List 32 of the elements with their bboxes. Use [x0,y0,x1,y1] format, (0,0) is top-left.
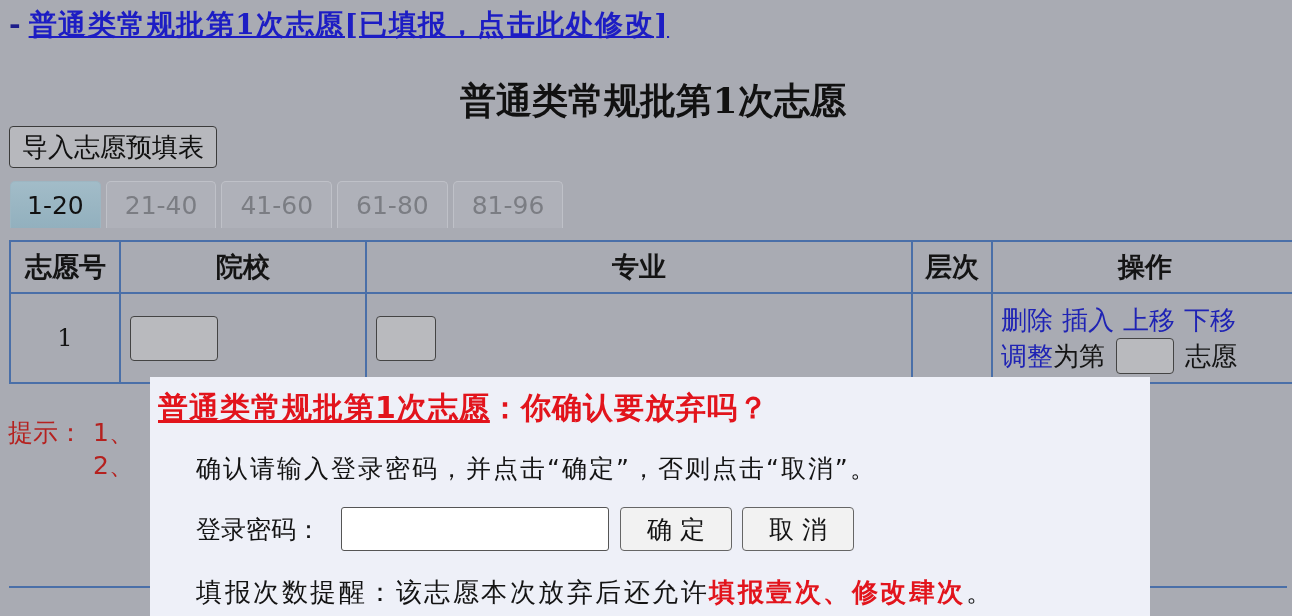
action-link[interactable]: 删除 [1001,302,1053,338]
action-link[interactable]: 下移 [1184,302,1236,338]
import-button[interactable]: 导入志愿预填表 [9,126,217,168]
range-tab[interactable]: 1-20 [10,181,101,228]
password-label: 登录密码： [196,513,321,546]
page-title: 普通类常规批第1次志愿 [459,78,846,123]
column-header: 层次 [925,251,979,282]
action-link[interactable]: 上移 [1123,302,1175,338]
rank-suffix-text: 志愿 [1185,340,1237,373]
hint-text: 2、 [93,450,134,482]
major-input[interactable] [376,315,436,361]
dialog-question: ：你确认要放弃吗？ [489,390,769,425]
school-input[interactable] [130,315,218,361]
column-header: 操作 [1118,251,1172,282]
column-header: 志愿号 [24,251,106,282]
bullet-dash: - [9,8,21,42]
cancel-button[interactable]: 取 消 [742,507,854,551]
password-input[interactable] [341,507,609,551]
adjust-link[interactable]: 调整 [1001,338,1053,374]
rank-prefix-text: 为第 [1053,340,1105,373]
rank-input[interactable] [1116,338,1174,374]
hint-label: 提示： [8,417,84,449]
edit-choice-link[interactable]: 普通类常规批第1次志愿[已填报，点击此处修改] [28,8,670,42]
instruction-text: 确认请输入登录密码，并点击“确定”，否则点击“取消”。 [195,453,878,485]
column-header: 院校 [216,251,270,282]
column-header: 专业 [612,251,666,282]
choice-number: 1 [57,324,73,352]
action-link[interactable]: 插入 [1062,302,1114,338]
dialog-title-link[interactable]: 普通类常规批第1次志愿 [158,390,490,425]
hint-text: 1、 [93,417,134,449]
confirm-button[interactable]: 确 定 [620,507,732,551]
reminder-text: 填报次数提醒：该志愿本次放弃后还允许填报壹次、修改肆次。 [195,576,995,609]
